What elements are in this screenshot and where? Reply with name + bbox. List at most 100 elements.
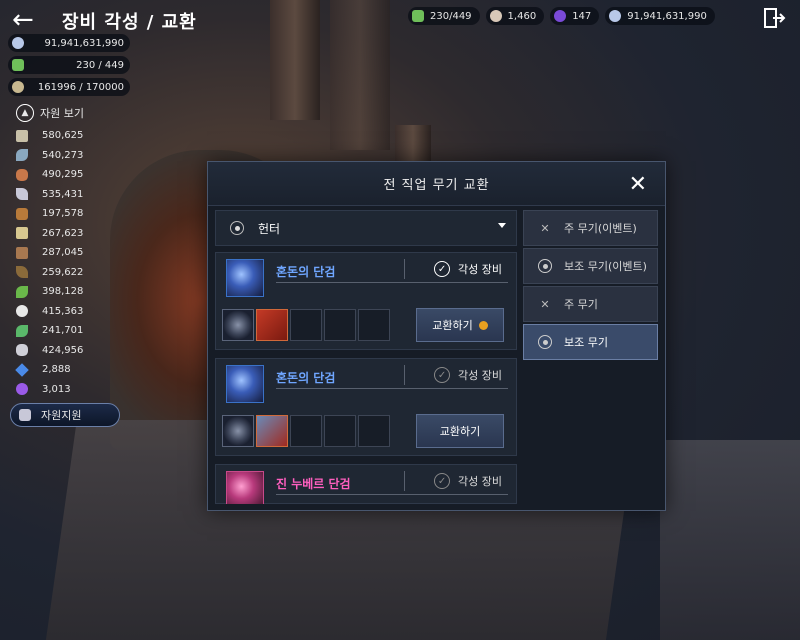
currency-value: 91,941,631,990 xyxy=(627,10,707,22)
currency-value: 147 xyxy=(572,10,592,22)
resource-pill: 161996 / 170000 xyxy=(8,78,130,96)
currency-value: 1,460 xyxy=(507,10,537,22)
resource-row: 540,273 xyxy=(16,146,130,166)
class-dropdown[interactable]: 헌터 xyxy=(215,210,517,246)
stone-icon xyxy=(16,344,28,357)
resource-value: 197,578 xyxy=(42,208,84,220)
exchange-button[interactable]: 교환하기 xyxy=(416,414,504,448)
chest-icon xyxy=(19,409,31,421)
weapon-card: 진 누베르 단검 ✓ 각성 장비 xyxy=(215,464,517,504)
resource-row: 424,956 xyxy=(16,341,130,361)
horn-icon xyxy=(16,266,28,279)
resource-row: 535,431 xyxy=(16,185,130,205)
coin-icon xyxy=(478,320,488,330)
material-ticket-icon xyxy=(256,415,288,447)
awaken-status: ✓ 각성 장비 xyxy=(434,367,502,383)
resource-row: 415,363 xyxy=(16,302,130,322)
gear-slot-icon xyxy=(222,309,254,341)
resource-row: 580,625 xyxy=(16,126,130,146)
exchange-button[interactable]: 교환하기 xyxy=(416,308,504,342)
empty-slot xyxy=(358,415,390,447)
dagger-icon xyxy=(226,365,264,403)
check-icon: ✓ xyxy=(434,261,451,277)
resource-row: 197,578 xyxy=(16,204,130,224)
resource-value: 259,622 xyxy=(42,266,84,278)
resource-support-button[interactable]: 자원지원 xyxy=(10,403,120,427)
weapon-name: 혼돈의 단검 xyxy=(276,265,336,279)
pill-value: 91,941,631,990 xyxy=(44,37,124,49)
weapon-name: 진 누베르 단검 xyxy=(276,477,351,491)
empty-slot xyxy=(290,415,322,447)
platform-shape xyxy=(660,440,800,640)
wheat-icon xyxy=(12,81,24,93)
empty-slot xyxy=(290,309,322,341)
material-slots xyxy=(222,415,390,447)
tab-label: 주 무기 xyxy=(564,298,598,311)
caret-down-icon xyxy=(498,223,506,228)
currency-bar: 230/449 1,460 147 91,941,631,990 xyxy=(408,7,715,25)
divider xyxy=(276,494,508,495)
exit-icon[interactable] xyxy=(762,6,786,30)
divider xyxy=(404,365,405,385)
resource-value: 540,273 xyxy=(42,149,84,161)
tower-shape xyxy=(270,0,320,120)
wood-icon xyxy=(16,207,28,220)
back-arrow-icon[interactable]: ← xyxy=(12,6,42,36)
tab-main-weapon[interactable]: ✕ 주 무기 xyxy=(523,286,658,322)
herb-icon xyxy=(16,285,28,298)
class-selected: 헌터 xyxy=(258,221,281,236)
awaken-label: 각성 장비 xyxy=(458,263,502,276)
empty-slot xyxy=(324,415,356,447)
pearl-icon xyxy=(489,10,502,22)
divider xyxy=(276,388,508,389)
pill-value: 230 / 449 xyxy=(76,59,124,71)
check-icon: ✓ xyxy=(434,367,451,383)
resource-value: 415,363 xyxy=(42,305,84,317)
resource-value: 2,888 xyxy=(42,364,71,376)
tab-main-weapon-event[interactable]: ✕ 주 무기(이벤트) xyxy=(523,210,658,246)
tab-label: 보조 무기 xyxy=(564,336,608,349)
resource-value: 424,956 xyxy=(42,344,84,356)
divider xyxy=(276,282,508,283)
swords-icon: ✕ xyxy=(540,221,550,235)
exchange-label: 교환하기 xyxy=(439,425,481,438)
resource-row: 241,701 xyxy=(16,321,130,341)
radio-icon xyxy=(230,221,244,235)
currency-item: 147 xyxy=(550,7,600,25)
tab-label: 주 무기(이벤트) xyxy=(564,222,637,235)
flower-icon xyxy=(16,305,28,318)
weapon-card: 혼돈의 단검 ✓ 각성 장비 교환하기 xyxy=(215,358,517,456)
tab-sub-weapon[interactable]: 보조 무기 xyxy=(523,324,658,360)
divider xyxy=(404,259,405,279)
meat-icon xyxy=(16,168,28,181)
feather-icon xyxy=(16,188,28,201)
currency-item: 230/449 xyxy=(408,7,480,25)
weapon-type-tabs: ✕ 주 무기(이벤트) 보조 무기(이벤트) ✕ 주 무기 보조 무기 xyxy=(523,210,658,362)
resource-value: 490,295 xyxy=(42,169,84,181)
green-stone-icon xyxy=(412,10,424,22)
resource-view-label: 자원 보기 xyxy=(40,107,84,120)
material-slots xyxy=(222,309,390,341)
dagger-icon xyxy=(226,259,264,297)
page-title: 장비 각성 / 교환 xyxy=(62,12,197,33)
ring-icon xyxy=(538,259,552,273)
chevron-up-icon: ▲ xyxy=(16,104,34,122)
tab-sub-weapon-event[interactable]: 보조 무기(이벤트) xyxy=(523,248,658,284)
awaken-status: ✓ 각성 장비 xyxy=(434,473,502,489)
green-stone-icon xyxy=(12,59,24,71)
ring-icon xyxy=(538,335,552,349)
weapon-name: 혼돈의 단검 xyxy=(276,371,336,385)
tab-label: 보조 무기(이벤트) xyxy=(564,260,647,273)
diamond-icon xyxy=(12,37,24,49)
grass-icon xyxy=(16,324,28,337)
diamond-icon xyxy=(609,10,622,22)
resource-value: 241,701 xyxy=(42,325,84,337)
resource-list: 580,625 540,273 490,295 535,431 197,578 … xyxy=(15,126,130,399)
resource-view-toggle[interactable]: ▲ 자원 보기 xyxy=(16,104,130,122)
close-icon[interactable]: ✕ xyxy=(629,172,647,197)
empty-slot xyxy=(324,309,356,341)
resource-row: 267,623 xyxy=(16,224,130,244)
check-icon: ✓ xyxy=(434,473,451,489)
swords-icon: ✕ xyxy=(540,297,550,311)
weapon-exchange-modal: 전 직업 무기 교환 ✕ 헌터 혼돈의 단검 ✓ 각성 장비 교환하기 혼돈의 … xyxy=(207,161,666,511)
